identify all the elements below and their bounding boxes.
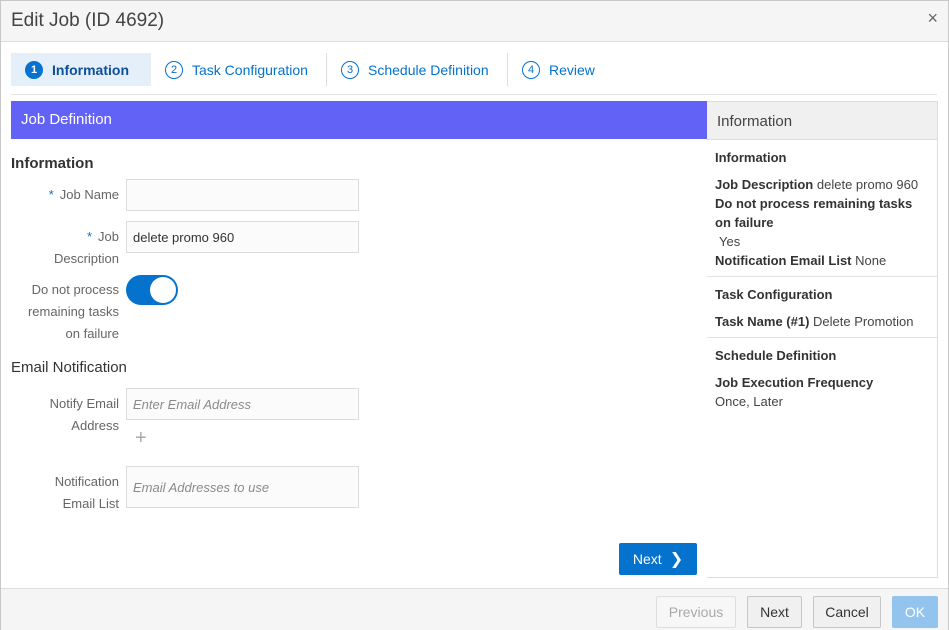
notify-email-label-line1: Notify Email bbox=[49, 396, 119, 411]
notify-email-label: Notify Email Address bbox=[11, 393, 119, 437]
sidebar-no-process: Do not process remaining tasks on failur… bbox=[715, 194, 929, 232]
next-button[interactable]: Next bbox=[747, 596, 802, 628]
job-name-label: * Job Name bbox=[11, 184, 119, 206]
tab-label: Information bbox=[52, 61, 129, 78]
sidebar-section-title: Information bbox=[715, 150, 787, 165]
sidebar-section-title: Schedule Definition bbox=[715, 348, 837, 363]
sidebar-frequency-label: Job Execution Frequency bbox=[715, 373, 929, 392]
tab-label: Review bbox=[549, 61, 595, 78]
job-name-label-text: Job Name bbox=[59, 187, 119, 202]
ok-button[interactable]: OK bbox=[892, 596, 938, 628]
cancel-button[interactable]: Cancel bbox=[813, 596, 881, 628]
step-number-icon: 2 bbox=[165, 60, 183, 79]
sidebar-heading: Information bbox=[707, 102, 937, 140]
notification-email-list-label-line1: Notification bbox=[54, 474, 119, 489]
sidebar-job-description: Job Description delete promo 960 bbox=[715, 175, 929, 194]
sidebar-field-label: Do not process remaining tasks on failur… bbox=[715, 196, 913, 230]
close-icon[interactable]: × bbox=[927, 8, 938, 29]
tab-review[interactable]: 4 Review bbox=[508, 53, 609, 86]
no-process-label-line2: remaining tasks bbox=[27, 304, 119, 319]
tab-label: Schedule Definition bbox=[368, 61, 489, 78]
required-marker: * bbox=[86, 229, 93, 244]
next-button-inline[interactable]: Next ❯ bbox=[619, 543, 697, 575]
sidebar-section-information: Information Job Description delete promo… bbox=[707, 140, 937, 277]
tab-schedule-definition[interactable]: 3 Schedule Definition bbox=[327, 53, 503, 86]
no-process-label-line1: Do not process bbox=[31, 282, 119, 297]
section-header: Job Definition bbox=[11, 101, 707, 139]
notify-email-label-line2: Address bbox=[71, 418, 119, 433]
job-description-label: * Job Description bbox=[11, 226, 119, 270]
toggle-knob bbox=[150, 277, 176, 303]
job-definition-panel: Job Definition Information * Job Name * Jo… bbox=[11, 101, 707, 579]
sidebar-section-task-configuration: Task Configuration Task Name (#1) Delete… bbox=[707, 277, 937, 338]
edit-job-dialog: Edit Job (ID 4692) × 1 Information 2 Tas… bbox=[0, 0, 949, 630]
step-number-icon: 1 bbox=[25, 60, 43, 79]
sidebar-section-schedule-definition: Schedule Definition Job Execution Freque… bbox=[707, 338, 937, 417]
sidebar-frequency-value: Once, Later bbox=[715, 394, 783, 409]
notification-email-list-label: Notification Email List bbox=[11, 471, 119, 515]
notify-email-input[interactable]: Enter Email Address bbox=[126, 388, 359, 420]
dialog-title: Edit Job (ID 4692) bbox=[11, 10, 165, 31]
sidebar-section-title: Task Configuration bbox=[715, 287, 833, 302]
email-notification-heading: Email Notification bbox=[11, 359, 127, 376]
job-description-label-line1: Job bbox=[98, 229, 119, 244]
no-process-label-line3: on failure bbox=[65, 326, 119, 341]
information-sidebar: Information Information Job Description … bbox=[707, 101, 938, 578]
job-description-input[interactable]: delete promo 960 bbox=[126, 221, 359, 253]
step-number-icon: 4 bbox=[522, 60, 540, 79]
dialog-footer: Previous Next Cancel OK bbox=[1, 588, 948, 630]
sidebar-field-label: Notification Email List bbox=[715, 253, 852, 268]
sidebar-field-value: delete promo 960 bbox=[816, 177, 919, 192]
sidebar-field-label: Job Execution Frequency bbox=[715, 375, 874, 390]
previous-button[interactable]: Previous bbox=[656, 596, 736, 628]
tab-information[interactable]: 1 Information bbox=[11, 53, 151, 86]
add-email-icon[interactable]: + bbox=[135, 427, 147, 450]
no-process-toggle[interactable] bbox=[126, 275, 178, 305]
no-process-label: Do not process remaining tasks on failur… bbox=[11, 279, 119, 345]
sidebar-field-value: Delete Promotion bbox=[813, 314, 914, 329]
job-name-input[interactable] bbox=[126, 179, 359, 211]
tab-task-configuration[interactable]: 2 Task Configuration bbox=[151, 53, 322, 86]
tab-label: Task Configuration bbox=[192, 61, 308, 78]
job-description-label-line2: Description bbox=[53, 251, 119, 266]
sidebar-field-label: Task Name (#1) bbox=[715, 314, 810, 329]
sidebar-no-process-value: Yes bbox=[719, 234, 741, 249]
next-button-label: Next bbox=[632, 551, 662, 567]
sidebar-field-value: None bbox=[855, 253, 887, 268]
sidebar-field-label: Job Description bbox=[715, 177, 814, 192]
sidebar-task-name: Task Name (#1) Delete Promotion bbox=[715, 312, 929, 331]
step-train: 1 Information 2 Task Configuration 3 Sch… bbox=[11, 51, 937, 95]
step-number-icon: 3 bbox=[341, 60, 359, 79]
notification-email-list-input[interactable]: Email Addresses to use bbox=[126, 466, 359, 508]
dialog-titlebar: Edit Job (ID 4692) × bbox=[1, 1, 948, 42]
notification-email-list-label-line2: Email List bbox=[62, 496, 119, 511]
required-marker: * bbox=[48, 187, 54, 202]
sidebar-email-list: Notification Email List None bbox=[715, 251, 929, 270]
chevron-right-icon: ❯ bbox=[669, 551, 684, 568]
information-heading: Information bbox=[11, 155, 94, 172]
